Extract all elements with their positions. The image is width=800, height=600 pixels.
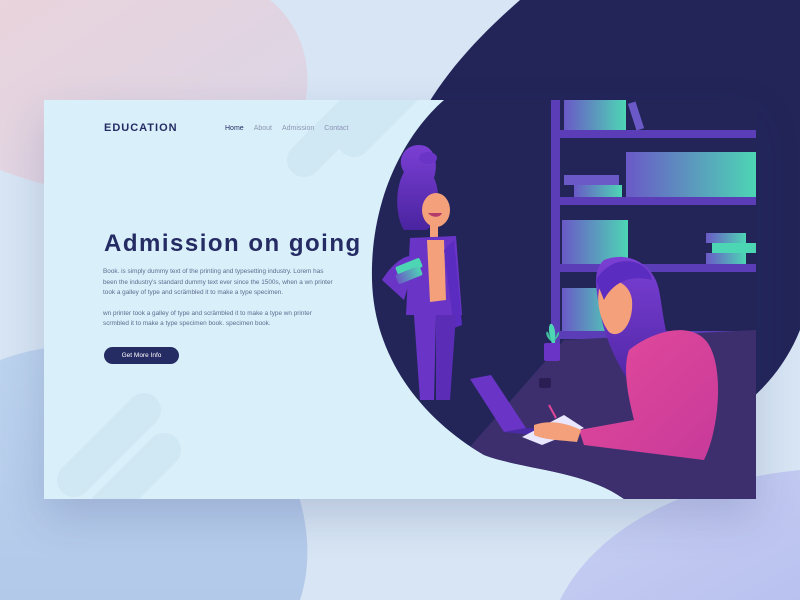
nav-admission[interactable]: Admission — [282, 125, 314, 132]
landing-card: EDUCATION Home About Admission Contact A… — [44, 100, 756, 499]
nav-home[interactable]: Home — [225, 125, 244, 132]
nav-contact[interactable]: Contact — [324, 125, 348, 132]
hero-title: Admission on going — [104, 230, 362, 257]
brand-logo: EDUCATION — [104, 122, 178, 134]
main-nav: Home About Admission Contact — [225, 125, 348, 132]
hero-description: Book. is simply dummy text of the printi… — [103, 267, 339, 340]
hero-paragraph-1: Book. is simply dummy text of the printi… — [103, 268, 333, 296]
nav-about[interactable]: About — [254, 125, 272, 132]
get-more-info-button[interactable]: Get More Info — [104, 347, 179, 364]
hero-paragraph-2: wn printer took a galley of type and scr… — [103, 309, 312, 328]
